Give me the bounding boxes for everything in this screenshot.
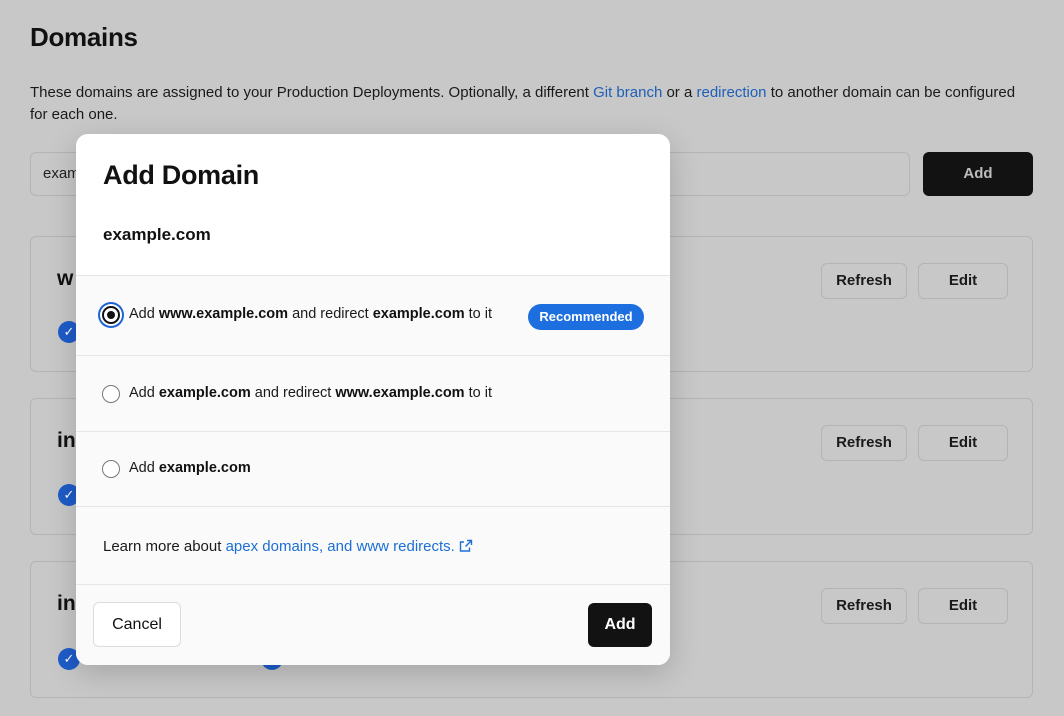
add-domain-modal: Add Domain example.com Add www.example.c… [76,134,670,665]
modal-footer: Cancel Add [76,585,670,665]
radio-unselected[interactable] [102,385,120,403]
modal-header: Add Domain example.com [76,134,670,276]
edit-button[interactable]: Edit [918,263,1008,299]
cancel-button[interactable]: Cancel [93,602,181,647]
edit-button[interactable]: Edit [918,588,1008,624]
option-label: Add example.com [129,460,251,476]
option-label: Add example.com and redirect www.example… [129,385,492,401]
option-apex-redirect[interactable]: Add example.com and redirect www.example… [76,356,670,432]
modal-domain-name: example.com [103,225,211,244]
option-www-redirect[interactable]: Add www.example.com and redirect example… [76,277,670,356]
refresh-button[interactable]: Refresh [821,588,907,624]
learn-more-link[interactable]: apex domains, and www redirects. [226,538,455,555]
refresh-button[interactable]: Refresh [821,425,907,461]
radio-selected[interactable] [102,306,120,324]
learn-more-section: Learn more about apex domains, and www r… [76,507,670,585]
domain-name: in [57,592,76,615]
option-apex-only[interactable]: Add example.com [76,432,670,507]
edit-button[interactable]: Edit [918,425,1008,461]
modal-title: Add Domain [103,160,259,190]
refresh-button[interactable]: Refresh [821,263,907,299]
external-link-icon[interactable] [459,539,473,557]
domain-name: w [57,267,74,290]
git-branch-link[interactable]: Git branch [593,84,662,101]
modal-add-button[interactable]: Add [588,603,652,647]
redirection-link[interactable]: redirection [696,84,766,101]
radio-unselected[interactable] [102,460,120,478]
add-domain-button[interactable]: Add [923,152,1033,196]
option-label: Add www.example.com and redirect example… [129,306,492,322]
recommended-badge: Recommended [528,304,644,330]
page-description: These domains are assigned to your Produ… [30,84,1016,123]
domain-name: in [57,429,76,452]
learn-more-text: Learn more about apex domains, and www r… [103,538,473,557]
page-title: Domains [30,22,138,52]
